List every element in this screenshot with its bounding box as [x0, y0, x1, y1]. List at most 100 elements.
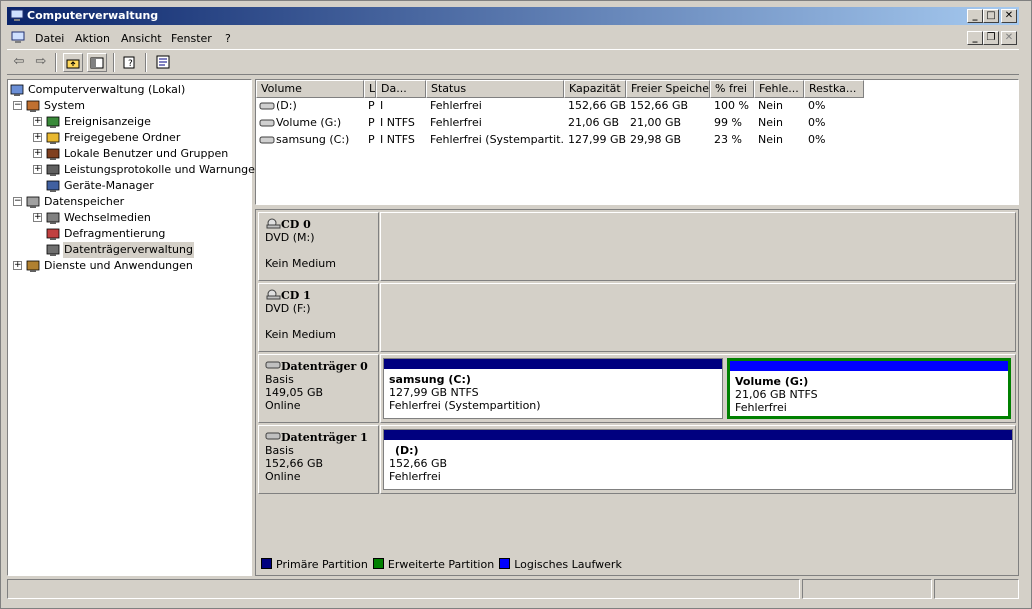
- column-header-1[interactable]: L: [364, 80, 376, 98]
- disk-label-1[interactable]: CD 1 DVD (F:) Kein Medium: [258, 283, 379, 352]
- close-button[interactable]: ✕: [1001, 9, 1017, 23]
- disk-area-0[interactable]: [380, 212, 1016, 281]
- partition-1[interactable]: Volume (G:) 21,06 GB NTFS Fehlerfrei: [727, 358, 1011, 419]
- table-cell: Nein: [758, 116, 784, 129]
- device-manager-icon: [46, 180, 60, 192]
- disk-area-3[interactable]: (D:) 152,66 GB Fehlerfrei: [380, 425, 1016, 494]
- partition-0[interactable]: (D:) 152,66 GB Fehlerfrei: [383, 429, 1013, 490]
- table-cell: Fehlerfrei (Systempartit...: [430, 133, 564, 146]
- disk-info-line: 152,66 GB: [265, 457, 324, 470]
- tree-expander[interactable]: −: [13, 197, 22, 206]
- disk-name: Datenträger 0: [265, 359, 372, 373]
- tree-item-label: Leistungsprotokolle und Warnungen: [64, 163, 262, 176]
- properties-icon[interactable]: [153, 53, 173, 72]
- volume-icon: [259, 136, 275, 144]
- forward-arrow-icon[interactable]: ⇨: [31, 53, 51, 72]
- tree-item[interactable]: + Freigegebene Ordner: [8, 130, 251, 146]
- tree-item[interactable]: Geräte-Manager: [8, 178, 251, 194]
- tree-item[interactable]: + Wechselmedien: [8, 210, 251, 226]
- show-hide-tree-icon[interactable]: [87, 53, 107, 72]
- partition-name: Volume (G:): [735, 375, 809, 388]
- tree-item[interactable]: + Leistungsprotokolle und Warnungen: [8, 162, 262, 178]
- menu-help[interactable]: ?: [225, 32, 231, 45]
- disk-name: CD 1: [265, 288, 372, 302]
- disk-name-text: Datenträger 1: [281, 431, 368, 444]
- legend-item: Logisches Laufwerk: [499, 558, 622, 571]
- maximize-button[interactable]: □: [983, 9, 999, 23]
- column-header-2[interactable]: Da...: [376, 80, 426, 98]
- app-window: Computerverwaltung _ □ ✕ Datei Aktion An…: [0, 0, 1032, 609]
- table-cell: 100 %: [714, 99, 749, 112]
- partition-info: Volume (G:) 21,06 GB NTFS Fehlerfrei: [735, 375, 818, 414]
- column-header-3[interactable]: Status: [426, 80, 564, 98]
- disk-area-2[interactable]: samsung (C:) 127,99 GB NTFS Fehlerfrei (Sy…: [380, 354, 1016, 423]
- tree-expander[interactable]: +: [33, 165, 42, 174]
- table-cell: P: [368, 99, 375, 112]
- child-restore-button[interactable]: ❐: [983, 31, 999, 45]
- status-panel-2: [802, 579, 932, 599]
- document-window-icon[interactable]: [11, 31, 25, 44]
- defrag-icon: [46, 228, 60, 240]
- partition-0[interactable]: samsung (C:) 127,99 GB NTFS Fehlerfrei (Sy…: [383, 358, 723, 419]
- table-cell: Fehlerfrei: [430, 116, 482, 129]
- tree-item[interactable]: + Dienste und Anwendungen: [8, 258, 251, 274]
- child-minimize-button[interactable]: _: [967, 31, 983, 45]
- menu-datei[interactable]: Datei: [35, 32, 64, 45]
- column-header-8[interactable]: Restka...: [804, 80, 864, 98]
- tree-item[interactable]: + Ereignisanzeige: [8, 114, 251, 130]
- table-cell: 23 %: [714, 133, 742, 146]
- tree-item[interactable]: − Datenspeicher: [8, 194, 251, 210]
- column-header-6[interactable]: % frei: [710, 80, 754, 98]
- tree-expander[interactable]: +: [33, 133, 42, 142]
- title-bar[interactable]: Computerverwaltung _ □ ✕: [7, 7, 1019, 25]
- partition-name: samsung (C:): [389, 373, 471, 386]
- column-header-5[interactable]: Freier Speicher: [626, 80, 710, 98]
- table-cell: I NTFS: [380, 116, 415, 129]
- users-icon: [46, 148, 60, 160]
- table-cell: P: [368, 133, 375, 146]
- minimize-button[interactable]: _: [967, 9, 983, 23]
- menu-aktion[interactable]: Aktion: [75, 32, 110, 45]
- tree-item[interactable]: + Lokale Benutzer und Gruppen: [8, 146, 251, 162]
- tree-expander[interactable]: +: [33, 149, 42, 158]
- column-header-4[interactable]: Kapazität: [564, 80, 626, 98]
- window-title: Computerverwaltung: [27, 9, 159, 22]
- tree-expander[interactable]: +: [33, 213, 42, 222]
- disk-label-2[interactable]: Datenträger 0 Basis 149,05 GB Online: [258, 354, 379, 423]
- partition-bar: [384, 430, 1012, 440]
- table-row[interactable]: Volume (G:) P I NTFS Fehlerfrei 21,06 GB 21,0…: [256, 115, 1016, 131]
- disk-area-1[interactable]: [380, 283, 1016, 352]
- tree-expander[interactable]: +: [33, 117, 42, 126]
- tree-expander[interactable]: +: [13, 261, 22, 270]
- partition-legend: Primäre Partition Erweiterte Partition Log…: [261, 558, 627, 574]
- disk-info-line: Kein Medium: [265, 328, 336, 341]
- console-tree[interactable]: Computerverwaltung (Lokal) − System + Ereign…: [7, 79, 262, 576]
- disk-info-line: DVD (M:): [265, 231, 315, 244]
- disk-graphical-view[interactable]: CD 0 DVD (M:) Kein Medium CD 1 DVD (F:) Kein …: [255, 209, 1019, 576]
- partition-info: (D:) 152,66 GB Fehlerfrei: [389, 444, 447, 483]
- column-header-7[interactable]: Fehle...: [754, 80, 804, 98]
- computer-icon: [10, 84, 24, 96]
- disk-label-0[interactable]: CD 0 DVD (M:) Kein Medium: [258, 212, 379, 281]
- table-row[interactable]: (D:) P I Fehlerfrei 152,66 GB 152,66 GB 100 % N…: [256, 98, 1016, 114]
- column-header-0[interactable]: Volume: [256, 80, 364, 98]
- child-close-button[interactable]: ✕: [1001, 31, 1017, 45]
- volume-list[interactable]: Volume L Da... Status Kapazität Freier Speich…: [255, 79, 1019, 205]
- disk-info-line: 149,05 GB: [265, 386, 324, 399]
- tree-item[interactable]: − System: [8, 98, 251, 114]
- tree-item[interactable]: Datenträgerverwaltung: [8, 242, 251, 258]
- disk-info-line: Online: [265, 399, 301, 412]
- tree-item[interactable]: Defragmentierung: [8, 226, 251, 242]
- help-icon[interactable]: ?: [121, 53, 141, 72]
- menu-fenster[interactable]: Fenster: [171, 32, 212, 45]
- disk-label-3[interactable]: Datenträger 1 Basis 152,66 GB Online: [258, 425, 379, 494]
- up-folder-icon[interactable]: [63, 53, 83, 72]
- back-arrow-icon[interactable]: ⇦: [9, 53, 29, 72]
- tree-item-label: Freigegebene Ordner: [64, 131, 181, 144]
- tree-item-label: Dienste und Anwendungen: [44, 259, 193, 272]
- tree-item[interactable]: Computerverwaltung (Lokal): [8, 82, 251, 98]
- menu-ansicht[interactable]: Ansicht: [121, 32, 162, 45]
- table-cell: 99 %: [714, 116, 742, 129]
- tree-expander[interactable]: −: [13, 101, 22, 110]
- table-row[interactable]: samsung (C:) P I NTFS Fehlerfrei (Systempar…: [256, 132, 1016, 148]
